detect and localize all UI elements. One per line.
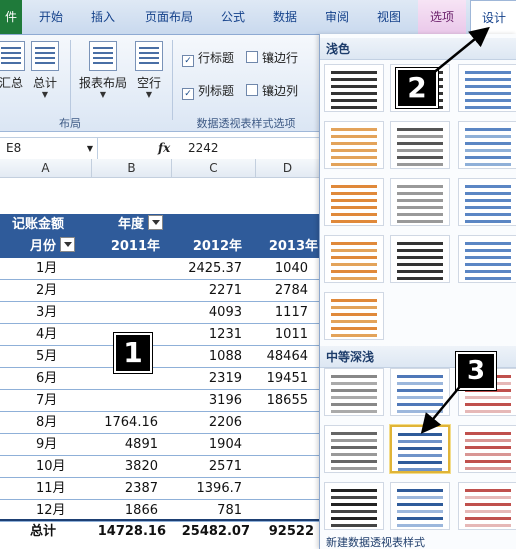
callout-arrows bbox=[420, 26, 490, 434]
arrow-to-design-tab bbox=[431, 26, 490, 75]
arrow-to-selected-style bbox=[420, 383, 463, 434]
